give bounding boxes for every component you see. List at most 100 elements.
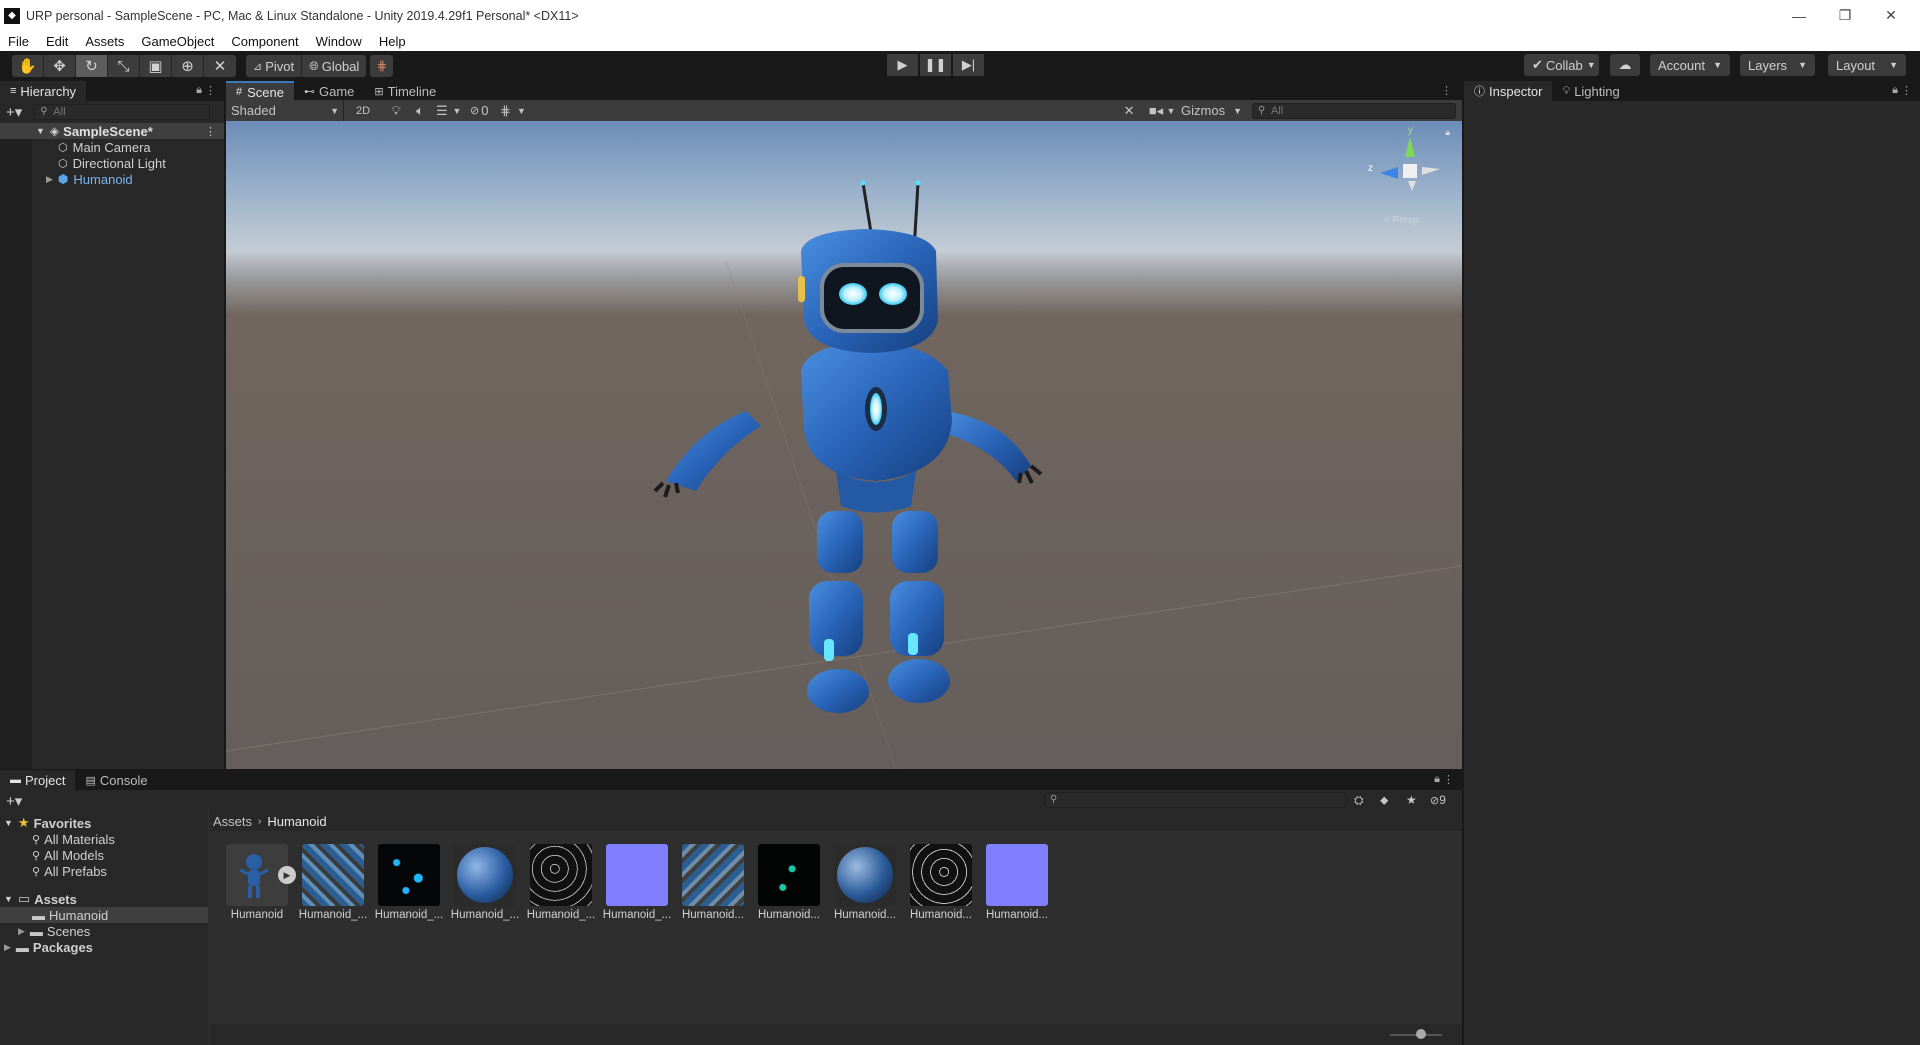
scale-tool-icon[interactable]: ⤡ xyxy=(108,55,140,77)
menu-edit[interactable]: Edit xyxy=(46,34,68,49)
asset-item[interactable]: Humanoid... xyxy=(986,844,1048,922)
hidden-packages-toggle[interactable]: ⊘ 9 xyxy=(1430,793,1446,807)
transform-tool-icon[interactable]: ⊕ xyxy=(172,55,204,77)
search-by-type-icon[interactable]: ⛭ xyxy=(1354,793,1364,808)
packages-folder-row[interactable]: ▶ ▬ Packages xyxy=(4,939,93,955)
layout-dropdown[interactable]: Layout ▼ xyxy=(1828,54,1906,76)
favorites-row[interactable]: ▼ ★ Favorites xyxy=(4,815,91,831)
cloud-button[interactable]: ☁ xyxy=(1610,54,1640,76)
asset-item[interactable]: Humanoid_... xyxy=(603,844,671,922)
favorite-all-materials[interactable]: ⚲ All Materials xyxy=(32,831,115,847)
folder-humanoid-row[interactable]: ▬ Humanoid xyxy=(0,907,208,923)
lock-icon[interactable]: 🔒︎ xyxy=(196,84,202,97)
favorite-all-models[interactable]: ⚲ All Models xyxy=(32,847,104,863)
asset-item[interactable]: Humanoid... xyxy=(834,844,896,922)
tab-inspector[interactable]: ⓘ Inspector xyxy=(1464,81,1553,101)
lock-icon[interactable]: 🔒︎ xyxy=(1434,773,1440,786)
minimize-button[interactable]: — xyxy=(1776,0,1822,31)
chevron-down-icon: ▼ xyxy=(1586,60,1596,70)
search-by-label-icon[interactable]: ⬥ xyxy=(1380,793,1388,808)
shading-mode-dropdown[interactable]: Shaded ▼ xyxy=(226,100,344,121)
asset-item[interactable]: Humanoid_... xyxy=(299,844,367,922)
scene-orientation-gizmo[interactable]: y z < Persp xyxy=(1368,125,1450,226)
gizmos-dropdown[interactable]: Gizmos ▼ xyxy=(1181,103,1242,118)
asset-item[interactable]: ▶ Humanoid xyxy=(226,844,296,922)
menu-component[interactable]: Component xyxy=(231,34,298,49)
kebab-menu-icon[interactable]: ⋮ xyxy=(205,125,216,138)
asset-item[interactable]: Humanoid_... xyxy=(527,844,595,922)
expand-play-icon[interactable]: ▶ xyxy=(278,866,296,884)
tab-project[interactable]: ▬ Project xyxy=(0,770,76,790)
play-button[interactable]: ▶ xyxy=(887,54,918,76)
scene-row[interactable]: ▼ ◈ SampleScene* ⋮ xyxy=(0,123,224,139)
rect-tool-icon[interactable]: ▣ xyxy=(140,55,172,77)
hand-tool-icon[interactable]: ✋ xyxy=(12,55,44,77)
slider-handle[interactable] xyxy=(1416,1029,1426,1039)
menu-gameobject[interactable]: GameObject xyxy=(141,34,214,49)
grid-snap-button[interactable]: ⋕ xyxy=(370,55,394,77)
layers-dropdown[interactable]: Layers ▼ xyxy=(1740,54,1815,76)
global-toggle[interactable]: 🌐︎ Global xyxy=(302,55,367,77)
kebab-menu-icon[interactable]: ⋮ xyxy=(1443,773,1454,786)
asset-item[interactable]: Humanoid... xyxy=(758,844,820,922)
chevron-down-icon[interactable]: ▼ xyxy=(450,106,464,116)
tab-scene[interactable]: # Scene xyxy=(226,81,294,101)
pivot-toggle[interactable]: ⊿ Pivot xyxy=(246,55,303,77)
toggle-2d-button[interactable]: 2D xyxy=(348,105,378,117)
hierarchy-item-humanoid[interactable]: ▶ ⬢ Humanoid xyxy=(46,171,133,187)
kebab-menu-icon[interactable]: ⋮ xyxy=(1901,84,1912,97)
move-tool-icon[interactable]: ✥ xyxy=(44,55,76,77)
asset-item[interactable]: Humanoid... xyxy=(682,844,744,922)
audio-toggle-icon[interactable]: 🔈︎ xyxy=(410,103,430,119)
tools-icon[interactable]: ✕ xyxy=(1117,103,1141,119)
lighting-toggle-icon[interactable]: 💡︎ xyxy=(386,103,406,119)
scene-render xyxy=(226,180,1462,769)
kebab-menu-icon[interactable]: ⋮ xyxy=(1441,84,1452,97)
collab-button[interactable]: ✔ Collab ▼ xyxy=(1524,54,1599,76)
expand-arrow-icon[interactable]: ▶ xyxy=(46,174,53,185)
account-dropdown[interactable]: Account ▼ xyxy=(1650,54,1730,76)
favorite-star-icon[interactable]: ★ xyxy=(1406,793,1417,807)
menu-window[interactable]: Window xyxy=(316,34,362,49)
scene-search-input[interactable]: All xyxy=(1252,102,1456,119)
chevron-down-icon[interactable]: ▼ xyxy=(514,106,528,116)
favorite-all-prefabs[interactable]: ⚲ All Prefabs xyxy=(32,863,107,879)
breadcrumb-humanoid[interactable]: Humanoid xyxy=(267,814,326,829)
menu-help[interactable]: Help xyxy=(379,34,406,49)
effects-toggle-icon[interactable]: ☰ xyxy=(434,103,450,119)
hierarchy-item-main-camera[interactable]: ⬡ Main Camera xyxy=(58,139,151,155)
rotate-tool-icon[interactable]: ↻ xyxy=(76,55,108,77)
add-icon[interactable]: +▾ xyxy=(6,103,22,121)
hierarchy-search-input[interactable]: All xyxy=(34,103,211,120)
assets-folder-row[interactable]: ▼ ▭ Assets xyxy=(4,891,77,907)
asset-item[interactable]: Humanoid_... xyxy=(451,844,519,922)
scene-viewport[interactable]: y z < Persp 🔒︎ xyxy=(226,121,1462,769)
custom-tool-icon[interactable]: ✕ xyxy=(204,55,236,77)
tab-lighting[interactable]: 💡︎ Lighting xyxy=(1552,81,1629,101)
breadcrumb-assets[interactable]: Assets xyxy=(213,814,252,829)
chevron-down-icon[interactable]: ▼ xyxy=(1165,106,1177,116)
lock-icon[interactable]: 🔒︎ xyxy=(1445,127,1450,138)
restore-button[interactable]: ❐ xyxy=(1822,0,1868,31)
asset-item[interactable]: Humanoid_... xyxy=(375,844,443,922)
projection-label[interactable]: < Persp xyxy=(1384,215,1419,226)
camera-icon[interactable]: ■◂ xyxy=(1147,103,1165,119)
lock-icon[interactable]: 🔒︎ xyxy=(1892,84,1898,97)
tab-timeline[interactable]: ⊞ Timeline xyxy=(364,81,446,101)
project-search-input[interactable] xyxy=(1044,792,1347,808)
step-button[interactable]: ▶| xyxy=(953,54,984,76)
menu-assets[interactable]: Assets xyxy=(85,34,124,49)
menu-file[interactable]: File xyxy=(8,34,29,49)
folder-scenes-row[interactable]: ▶ ▬ Scenes xyxy=(18,923,90,939)
hidden-objects-toggle[interactable]: ⊘ 0 xyxy=(470,103,488,118)
tab-game[interactable]: ⊷ Game xyxy=(294,81,364,101)
add-icon[interactable]: +▾ xyxy=(6,792,22,810)
hierarchy-item-directional-light[interactable]: ⬡ Directional Light xyxy=(58,155,166,171)
grid-visibility-icon[interactable]: ⋕ xyxy=(496,103,514,119)
tab-hierarchy[interactable]: ≡ Hierarchy xyxy=(0,81,87,101)
kebab-menu-icon[interactable]: ⋮ xyxy=(205,84,216,97)
pause-button[interactable]: ❚❚ xyxy=(920,54,951,76)
tab-console[interactable]: ▤ Console xyxy=(75,770,157,790)
close-button[interactable]: ✕ xyxy=(1868,0,1914,31)
asset-item[interactable]: Humanoid... xyxy=(910,844,972,922)
